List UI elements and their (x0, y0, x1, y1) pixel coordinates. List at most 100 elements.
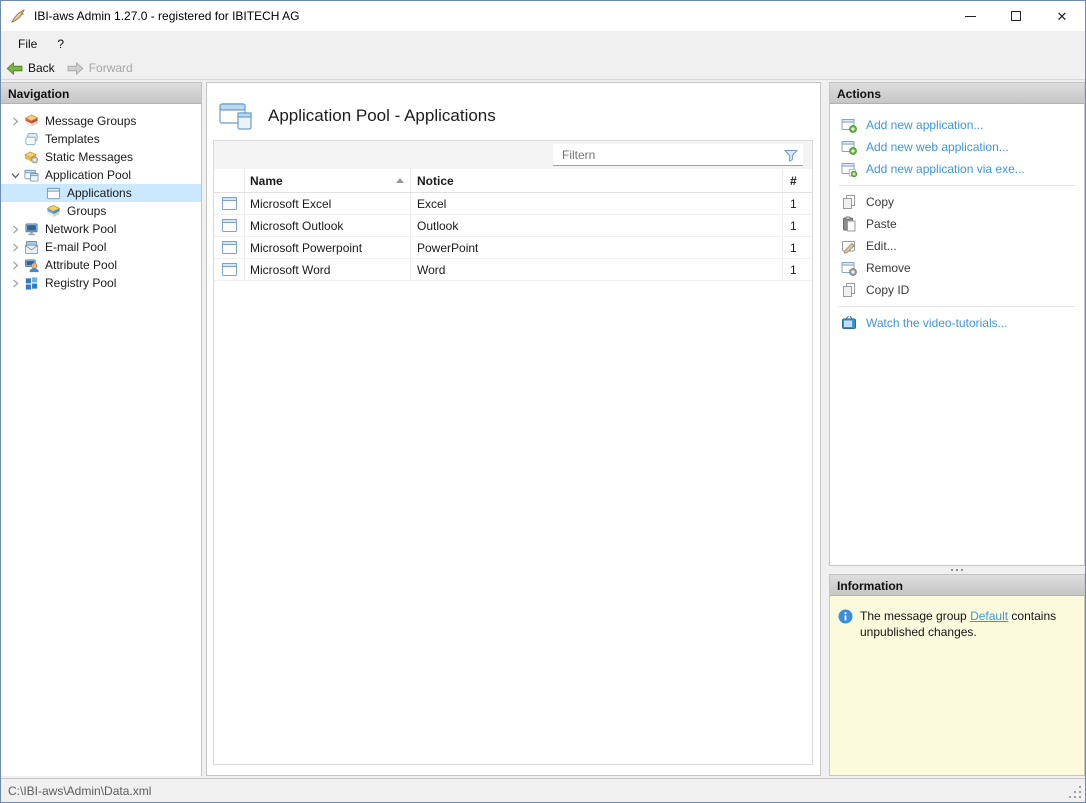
app-logo-icon (10, 8, 26, 24)
tree-item-label: Attribute Pool (45, 258, 118, 272)
right-column: Actions Add new application... Add new w… (829, 82, 1085, 776)
tree-item-label: Templates (45, 132, 100, 146)
resize-grip[interactable] (1079, 796, 1081, 798)
templates-icon (23, 131, 39, 147)
header-notice[interactable]: Notice (411, 169, 783, 192)
tree-item-attribute-pool[interactable]: Attribute Pool (1, 256, 201, 274)
add-new-application-link[interactable]: Add new application... (830, 114, 1084, 136)
chevron-right-icon[interactable] (7, 275, 23, 291)
cell-notice: Word (417, 262, 446, 277)
table-row-excel[interactable]: Microsoft Excel Excel 1 (214, 193, 812, 215)
information-panel: Information The message group Default co… (829, 574, 1085, 776)
filter-funnel-icon[interactable] (783, 147, 799, 163)
main-panel: Application Pool - Applications Filtern … (206, 82, 821, 776)
cell-notice: Outlook (417, 218, 459, 233)
copy-id-icon (841, 282, 857, 298)
remove-button[interactable]: Remove (830, 257, 1084, 279)
tree-item-network-pool[interactable]: Network Pool (1, 220, 201, 238)
tree-item-applications[interactable]: Applications (1, 184, 201, 202)
application-pool-icon (23, 167, 39, 183)
add-application-exe-icon (841, 161, 857, 177)
default-message-group-link[interactable]: Default (970, 609, 1008, 623)
application-icon (221, 241, 237, 254)
tree-item-message-groups[interactable]: Message Groups (1, 112, 201, 130)
navigation-tree: Message Groups Templates Static Messages… (1, 104, 201, 292)
add-new-web-application-link[interactable]: Add new web application... (830, 136, 1084, 158)
sort-ascending-icon (396, 178, 404, 183)
add-new-application-via-exe-link[interactable]: Add new application via exe... (830, 158, 1084, 180)
cell-name: Microsoft Excel (250, 196, 332, 211)
filter-strip (214, 141, 812, 169)
page-title-block: Application Pool - Applications (207, 83, 820, 135)
paste-button[interactable]: Paste (830, 213, 1084, 235)
cell-count: 1 (790, 218, 797, 233)
title-bar: IBI-aws Admin 1.27.0 - registered for IB… (1, 1, 1085, 31)
application-pool-large-icon (219, 101, 255, 131)
chevron-right-icon[interactable] (7, 257, 23, 273)
tree-item-templates[interactable]: Templates (1, 130, 201, 148)
filter-box (553, 144, 803, 166)
cell-count: 1 (790, 240, 797, 255)
applications-icon (45, 185, 61, 201)
forward-button[interactable]: Forward (67, 61, 133, 75)
cell-name: Microsoft Powerpoint (250, 240, 363, 255)
copy-icon (841, 194, 857, 210)
tree-item-label: Registry Pool (45, 276, 117, 290)
copy-button[interactable]: Copy (830, 191, 1084, 213)
attribute-pool-icon (23, 257, 39, 273)
header-icon-column[interactable] (214, 169, 245, 192)
filter-input[interactable] (553, 144, 803, 166)
tree-item-application-pool[interactable]: Application Pool (1, 166, 201, 184)
menu-help[interactable]: ? (47, 33, 74, 55)
tree-item-label: Static Messages (45, 150, 134, 164)
menu-file[interactable]: File (8, 33, 47, 55)
navigation-panel: Navigation Message Groups Templates Stat… (1, 82, 202, 776)
watch-video-tutorials-link[interactable]: Watch the video-tutorials... (830, 312, 1084, 334)
copy-id-button[interactable]: Copy ID (830, 279, 1084, 301)
header-count[interactable]: # (783, 174, 812, 188)
table-row-powerpoint[interactable]: Microsoft Powerpoint PowerPoint 1 (214, 237, 812, 259)
close-button[interactable]: ✕ (1039, 1, 1085, 31)
message-groups-icon (23, 113, 39, 129)
edit-button[interactable]: Edit... (830, 235, 1084, 257)
chevron-down-icon[interactable] (7, 167, 23, 183)
paste-icon (841, 216, 857, 232)
edit-pencil-icon (841, 238, 857, 254)
tree-item-label: Groups (67, 204, 107, 218)
cell-count: 1 (790, 262, 797, 277)
cell-name: Microsoft Outlook (250, 218, 344, 233)
add-application-icon (841, 117, 857, 133)
application-icon (221, 263, 237, 276)
tree-item-static-messages[interactable]: Static Messages (1, 148, 201, 166)
info-icon (838, 609, 853, 640)
tree-item-label: Network Pool (45, 222, 117, 236)
email-pool-icon (23, 239, 39, 255)
tree-item-registry-pool[interactable]: Registry Pool (1, 274, 201, 292)
maximize-button[interactable] (993, 1, 1039, 31)
splitter-handle[interactable] (829, 566, 1085, 574)
header-name[interactable]: Name (245, 169, 411, 192)
applications-table: Name Notice # Microsoft Excel Exce (213, 140, 813, 765)
back-button[interactable]: Back (6, 61, 55, 75)
actions-header: Actions (830, 83, 1084, 104)
application-icon (221, 197, 237, 210)
menu-bar: File ? (1, 31, 1085, 57)
forward-arrow-icon (67, 61, 84, 75)
content-area: Navigation Message Groups Templates Stat… (1, 80, 1085, 778)
chevron-right-icon[interactable] (7, 239, 23, 255)
tree-item-label: Applications (67, 186, 132, 200)
table-row-outlook[interactable]: Microsoft Outlook Outlook 1 (214, 215, 812, 237)
window-title: IBI-aws Admin 1.27.0 - registered for IB… (34, 9, 300, 23)
chevron-right-icon[interactable] (7, 113, 23, 129)
chevron-right-icon[interactable] (7, 221, 23, 237)
tv-icon (841, 315, 857, 331)
nav-toolbar: Back Forward (1, 57, 1085, 80)
actions-panel: Actions Add new application... Add new w… (829, 82, 1085, 566)
minimize-button[interactable] (947, 1, 993, 31)
back-arrow-icon (6, 61, 23, 75)
tree-item-email-pool[interactable]: E-mail Pool (1, 238, 201, 256)
table-row-word[interactable]: Microsoft Word Word 1 (214, 259, 812, 281)
information-header: Information (830, 575, 1084, 596)
table-header-row: Name Notice # (214, 169, 812, 193)
tree-item-groups[interactable]: Groups (1, 202, 201, 220)
